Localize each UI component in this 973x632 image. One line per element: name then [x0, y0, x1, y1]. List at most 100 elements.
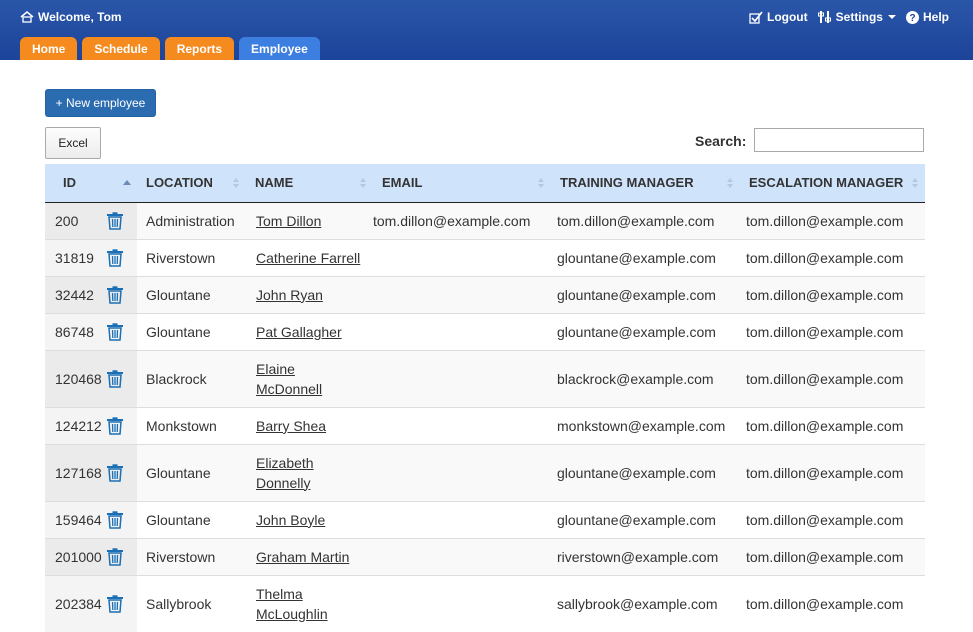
training-manager-cell: glountane@example.com	[551, 313, 740, 350]
escalation-manager-cell: tom.dillon@example.com	[740, 444, 925, 501]
col-header-location[interactable]: LOCATION	[137, 164, 246, 202]
tab-home[interactable]: Home	[20, 37, 77, 60]
name-cell: Elizabeth Donnelly	[246, 444, 373, 501]
id-cell: 200	[45, 202, 105, 239]
table-row: 86748 Glountane Pat Gallagher glountane@exa…	[45, 313, 925, 350]
employee-name-link[interactable]: Elizabeth	[256, 455, 314, 471]
employee-name-link[interactable]: Pat Gallagher	[256, 324, 342, 340]
home-icon	[20, 11, 34, 23]
escalation-manager-cell: tom.dillon@example.com	[740, 575, 925, 632]
employee-name-link[interactable]: Elaine	[256, 361, 295, 377]
employee-name-link[interactable]: Graham Martin	[256, 549, 349, 565]
name-cell: John Ryan	[246, 276, 373, 313]
trash-icon[interactable]	[106, 286, 124, 304]
trash-icon[interactable]	[106, 595, 124, 613]
tab-employee[interactable]: Employee	[239, 37, 320, 60]
help-link[interactable]: ? Help	[906, 10, 949, 24]
employee-name-link[interactable]: Catherine Farrell	[256, 250, 360, 266]
location-cell: Administration	[137, 202, 246, 239]
sort-both-icon	[359, 176, 367, 190]
escalation-manager-cell: tom.dillon@example.com	[740, 276, 925, 313]
col-header-sort-active[interactable]	[105, 164, 137, 202]
escalation-manager-cell: tom.dillon@example.com	[740, 501, 925, 538]
training-manager-cell: tom.dillon@example.com	[551, 202, 740, 239]
email-cell	[373, 444, 551, 501]
table-row: 31819RiverstownCatherine Farrellglountan…	[45, 239, 925, 276]
search-input[interactable]	[754, 128, 924, 152]
table-row: 159464GlountaneJohn Boyleglountane@examp…	[45, 501, 925, 538]
logout-link[interactable]: Logout	[749, 10, 808, 24]
welcome-text: Welcome, Tom	[38, 10, 122, 24]
name-cell: Catherine Farrell	[246, 239, 373, 276]
col-header-email[interactable]: EMAIL	[373, 164, 551, 202]
id-cell: 124212	[45, 407, 105, 444]
delete-cell	[105, 444, 137, 501]
delete-cell	[105, 407, 137, 444]
training-manager-cell: glountane@example.com	[551, 239, 740, 276]
training-manager-cell: blackrock@example.com	[551, 350, 740, 407]
excel-export-button[interactable]: Excel	[45, 127, 101, 159]
location-cell: Glountane	[137, 313, 246, 350]
id-cell: 32442	[45, 276, 105, 313]
training-manager-cell: riverstown@example.com	[551, 538, 740, 575]
table-row: 201000RiverstownGraham Martinriverstown@…	[45, 538, 925, 575]
location-cell: Glountane	[137, 444, 246, 501]
delete-cell	[105, 501, 137, 538]
trash-icon[interactable]	[106, 548, 124, 566]
tab-reports[interactable]: Reports	[165, 37, 234, 60]
settings-dropdown[interactable]: Settings	[818, 10, 896, 24]
email-cell	[373, 276, 551, 313]
employee-name-link[interactable]: John Boyle	[256, 512, 325, 528]
table-row: 124212MonkstownBarry Sheamonkstown@examp…	[45, 407, 925, 444]
employee-name-link[interactable]: Tom Dillon	[256, 213, 321, 229]
col-header-training-manager[interactable]: TRAINING MANAGER	[551, 164, 740, 202]
sort-asc-icon	[123, 176, 131, 190]
location-cell: Glountane	[137, 276, 246, 313]
training-manager-cell: monkstown@example.com	[551, 407, 740, 444]
name-cell: Thelma McLoughlin	[246, 575, 373, 632]
col-header-id[interactable]: ID	[45, 164, 105, 202]
trash-icon[interactable]	[106, 511, 124, 529]
name-cell: John Boyle	[246, 501, 373, 538]
trash-icon[interactable]	[106, 212, 124, 230]
table-row: 202384SallybrookThelmaMcLoughlinsallybro…	[45, 575, 925, 632]
escalation-manager-cell: tom.dillon@example.com	[740, 202, 925, 239]
trash-icon[interactable]	[106, 323, 124, 341]
trash-icon[interactable]	[106, 370, 124, 388]
top-bar: Welcome, Tom Logout Settings ?	[0, 0, 973, 60]
employee-name-link[interactable]: Thelma	[256, 586, 303, 602]
training-manager-cell: sallybrook@example.com	[551, 575, 740, 632]
id-cell: 202384	[45, 575, 105, 632]
tab-schedule[interactable]: Schedule	[82, 37, 159, 60]
name-cell: Graham Martin	[246, 538, 373, 575]
id-cell: 159464	[45, 501, 105, 538]
email-cell	[373, 313, 551, 350]
checkbox-icon	[749, 11, 763, 24]
trash-icon[interactable]	[106, 249, 124, 267]
email-cell	[373, 407, 551, 444]
table-row: 32442 Glountane John Ryan glountane@example…	[45, 276, 925, 313]
table-row: 200 Administration Tom Dillon tom.dillon@ex…	[45, 202, 925, 239]
trash-icon[interactable]	[106, 464, 124, 482]
settings-label: Settings	[836, 10, 883, 24]
employee-name-link[interactable]: McLoughlin	[256, 606, 328, 622]
delete-cell	[105, 239, 137, 276]
training-manager-cell: glountane@example.com	[551, 501, 740, 538]
delete-cell	[105, 276, 137, 313]
sort-both-icon	[911, 176, 919, 190]
col-header-name[interactable]: NAME	[246, 164, 373, 202]
table-header-row: ID LOCATION NAME EMAIL	[45, 164, 925, 202]
escalation-manager-cell: tom.dillon@example.com	[740, 538, 925, 575]
employee-name-link[interactable]: McDonnell	[256, 381, 322, 397]
employee-name-link[interactable]: John Ryan	[256, 287, 323, 303]
delete-cell	[105, 202, 137, 239]
id-cell: 86748	[45, 313, 105, 350]
delete-cell	[105, 538, 137, 575]
new-employee-button[interactable]: + New employee	[45, 89, 156, 117]
employee-name-link[interactable]: Donnelly	[256, 475, 310, 491]
trash-icon[interactable]	[106, 417, 124, 435]
location-cell: Blackrock	[137, 350, 246, 407]
training-manager-cell: glountane@example.com	[551, 276, 740, 313]
col-header-escalation-manager[interactable]: ESCALATION MANAGER	[740, 164, 925, 202]
employee-name-link[interactable]: Barry Shea	[256, 418, 326, 434]
